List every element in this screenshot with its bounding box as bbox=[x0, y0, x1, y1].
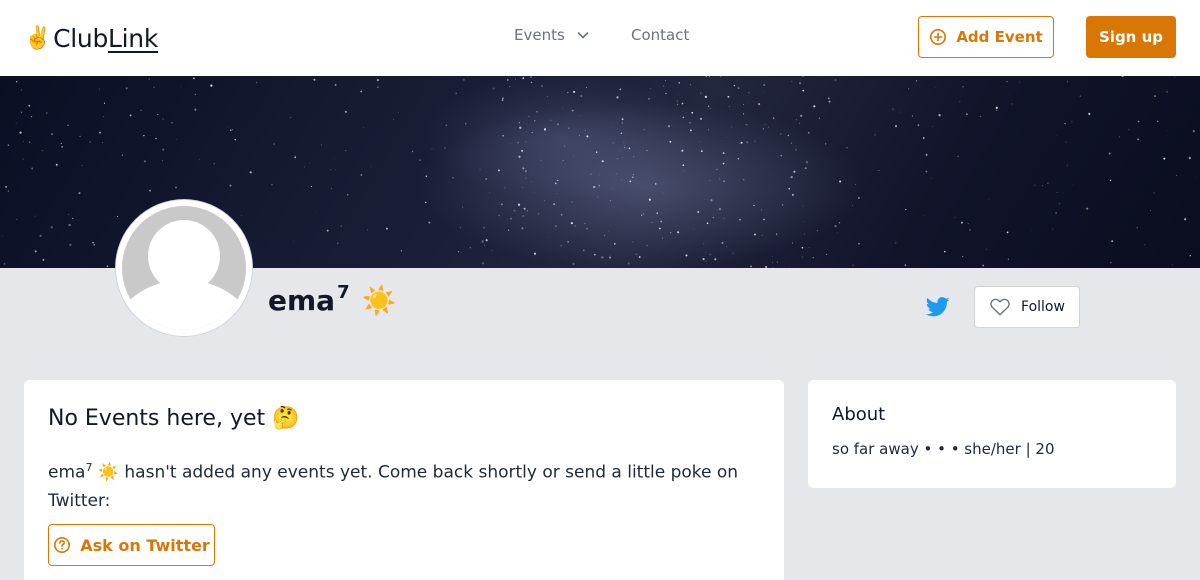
profile-name-sup: 7 bbox=[337, 282, 350, 303]
nav-contact-link[interactable]: Contact bbox=[631, 26, 689, 44]
about-text: so far away • • • she/her | 20 bbox=[832, 440, 1055, 458]
avatar bbox=[116, 200, 252, 336]
sign-up-button[interactable]: Sign up bbox=[1086, 16, 1176, 58]
profile-name: ema 7 ☀️ bbox=[268, 282, 397, 317]
profile-name-text: ema bbox=[268, 284, 336, 317]
no-events-title: No Events here, yet 🤔 bbox=[48, 406, 300, 431]
ask-on-twitter-label: Ask on Twitter bbox=[80, 535, 210, 555]
no-events-card: No Events here, yet 🤔 ema7 ☀️ hasn't add… bbox=[24, 380, 784, 580]
plus-circle-icon bbox=[930, 28, 947, 46]
default-avatar-icon bbox=[122, 206, 246, 330]
top-navbar: ✌️ Club Link Events Contact Add Event Sig… bbox=[0, 0, 1200, 76]
heart-icon bbox=[990, 298, 1010, 316]
nav-events-label: Events bbox=[514, 26, 565, 44]
clublink-logo[interactable]: ✌️ Club Link bbox=[24, 22, 158, 54]
sun-emoji: ☀️ bbox=[361, 284, 397, 317]
question-circle-icon bbox=[54, 536, 71, 554]
twitter-icon[interactable] bbox=[926, 296, 950, 318]
about-title: About bbox=[832, 404, 886, 425]
no-events-message: ema7 ☀️ hasn't added any events yet. Com… bbox=[48, 454, 748, 515]
message-name: ema bbox=[48, 462, 86, 483]
about-card: About so far away • • • she/her | 20 bbox=[808, 380, 1176, 488]
message-body: ☀️ hasn't added any events yet. Come bac… bbox=[48, 462, 739, 511]
chevron-down-icon bbox=[577, 32, 589, 39]
add-event-label: Add Event bbox=[956, 28, 1043, 46]
nav-events-dropdown[interactable]: Events bbox=[514, 26, 591, 44]
logo-text-link: Link bbox=[108, 23, 159, 53]
add-event-button[interactable]: Add Event bbox=[918, 16, 1054, 58]
ask-on-twitter-button[interactable]: Ask on Twitter bbox=[48, 524, 215, 566]
follow-label: Follow bbox=[1021, 299, 1065, 315]
logo-text-club: Club bbox=[53, 23, 109, 53]
victory-hand-icon: ✌️ bbox=[24, 25, 52, 51]
follow-button[interactable]: Follow bbox=[974, 286, 1080, 328]
